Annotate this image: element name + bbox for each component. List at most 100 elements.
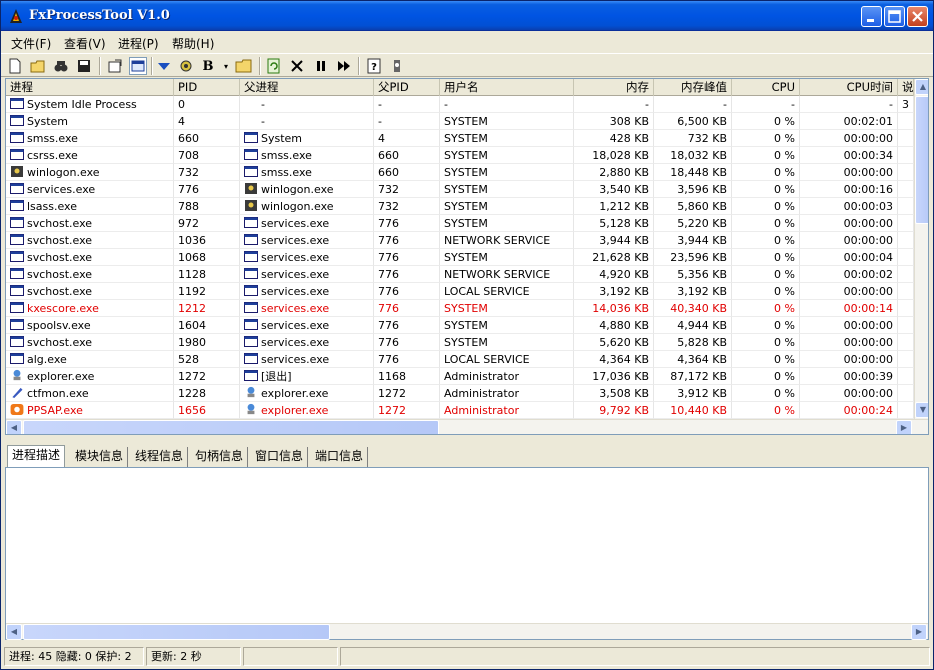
memory-text: 4,920 KB [599, 268, 649, 281]
table-row[interactable]: csrss.exe 708 smss.exe 660 SYSTEM 18,028 KB 18… [6, 147, 914, 164]
peak-memory-text: 3,596 KB [677, 183, 727, 196]
parent-process-cell: services.exe [240, 351, 374, 368]
new-button[interactable] [6, 57, 24, 75]
scroll-left-arrow[interactable]: ◀ [6, 420, 22, 434]
about-button[interactable] [388, 57, 406, 75]
pen-icon [10, 386, 24, 398]
process-name-cell: kxescore.exe [6, 300, 174, 317]
tab-window-info[interactable]: 窗口信息 [251, 447, 309, 467]
col-header-parent[interactable]: 父进程 [240, 79, 374, 96]
table-row[interactable]: svchost.exe 1036 services.exe 776 NETWORK SE… [6, 232, 914, 249]
memory-text: 3,944 KB [599, 234, 649, 247]
col-header-description[interactable]: 说 [898, 79, 914, 96]
col-header-memory[interactable]: 内存 [574, 79, 654, 96]
col-header-process[interactable]: 进程 [6, 79, 174, 96]
table-row[interactable]: explorer.exe 1272 [退出] 1168 Administrator 17,… [6, 368, 914, 385]
menu-process[interactable]: 进程(P) [118, 35, 159, 52]
table-row[interactable]: svchost.exe 1980 services.exe 776 SYSTEM 5,62… [6, 334, 914, 351]
table-row[interactable]: svchost.exe 1192 services.exe 776 LOCAL SERV… [6, 283, 914, 300]
table-row[interactable]: lsass.exe 788 winlogon.exe 732 SYSTEM 1,212 K… [6, 198, 914, 215]
process-pid-cell: 4 [174, 113, 240, 130]
user-name-cell: SYSTEM [440, 113, 574, 130]
maximize-button[interactable] [884, 6, 905, 27]
settings-button[interactable] [177, 57, 195, 75]
tab-process-description[interactable]: 进程描述 [7, 445, 66, 467]
detail-scroll-thumb[interactable] [23, 624, 330, 640]
dropdown-arrow-icon: ▾ [223, 61, 228, 71]
col-header-cpu[interactable]: CPU [732, 79, 800, 96]
menu-view[interactable]: 查看(V) [64, 35, 106, 52]
dropdown-button[interactable]: ▾ [217, 57, 235, 75]
properties-button[interactable] [106, 57, 124, 75]
minimize-button[interactable] [861, 6, 882, 27]
table-row[interactable]: svchost.exe 1068 services.exe 776 SYSTEM 21,6… [6, 249, 914, 266]
memory-text: 14,036 KB [592, 302, 649, 315]
window-icon [244, 148, 258, 160]
scroll-up-arrow[interactable]: ▲ [915, 79, 928, 95]
close-button[interactable] [907, 6, 928, 27]
scroll-down-arrow[interactable]: ▼ [915, 402, 928, 418]
table-row[interactable]: ctfmon.exe 1228 explorer.exe 1272 Administra… [6, 385, 914, 402]
col-header-pid[interactable]: PID [174, 79, 240, 96]
title-bar[interactable]: FxProcessTool V1.0 [1, 1, 933, 31]
cpu-usage-cell: 0 % [732, 147, 800, 164]
find-button[interactable] [52, 57, 70, 75]
memory-text: 9,792 KB [599, 404, 649, 417]
table-row[interactable]: System 4 - - SYSTEM 308 KB 6,500 KB 0 % 00:02:01 [6, 113, 914, 130]
table-row[interactable]: PPSAP.exe 1656 explorer.exe 1272 Administrat… [6, 402, 914, 419]
process-list[interactable]: 进程 PID 父进程 父PID 用户名 内存 内存峰值 CPU CPU时间 说 … [5, 78, 929, 435]
help-button[interactable]: ? [365, 57, 383, 75]
pause-button[interactable] [312, 57, 330, 75]
col-header-user[interactable]: 用户名 [440, 79, 574, 96]
cpu-time-text: 00:00:03 [843, 200, 893, 213]
cpu-usage-cell: 0 % [732, 368, 800, 385]
refresh-button[interactable] [265, 57, 283, 75]
table-row[interactable]: services.exe 776 winlogon.exe 732 SYSTEM 3,54… [6, 181, 914, 198]
detail-scroll-left-arrow[interactable]: ◀ [6, 624, 22, 640]
parent-process-text: services.exe [261, 217, 330, 230]
table-row[interactable]: alg.exe 528 services.exe 776 LOCAL SERVICE 4,… [6, 351, 914, 368]
list-vertical-scrollbar[interactable]: ▲ ▼ [914, 79, 928, 419]
cpu-usage-cell: 0 % [732, 198, 800, 215]
detail-horizontal-scrollbar[interactable]: ◀ ▶ [6, 623, 928, 640]
vertical-scroll-thumb[interactable] [915, 96, 928, 224]
menu-help[interactable]: 帮助(H) [172, 35, 214, 52]
status-process-count: 进程: 45 隐藏: 0 保护: 2 [4, 647, 144, 666]
winlogon-icon [244, 182, 258, 194]
menu-file[interactable]: 文件(F) [11, 35, 51, 52]
list-horizontal-scrollbar[interactable]: ◀ ▶ [6, 419, 928, 434]
window-icon [10, 318, 24, 330]
col-header-cpu-time[interactable]: CPU时间 [800, 79, 898, 96]
tab-handle-info[interactable]: 句柄信息 [191, 447, 249, 467]
col-header-ppid[interactable]: 父PID [374, 79, 440, 96]
horizontal-scroll-thumb[interactable] [23, 420, 439, 434]
tab-module-info[interactable]: 模块信息 [71, 447, 129, 467]
window-view-button[interactable] [129, 57, 147, 75]
table-row[interactable]: System Idle Process 0- - - - - - -3 [6, 96, 914, 113]
move-down-button[interactable] [155, 57, 173, 75]
table-row[interactable]: smss.exe 660 System 4 SYSTEM 428 KB 732 KB 0 % 0… [6, 130, 914, 147]
open-button[interactable] [29, 57, 47, 75]
memory-cell: 3,540 KB [574, 181, 654, 198]
parent-pid-text: 776 [378, 234, 399, 247]
peak-memory-text: 5,860 KB [677, 200, 727, 213]
kill-button[interactable] [288, 57, 306, 75]
table-row[interactable]: spoolsv.exe 1604 services.exe 776 SYSTEM 4,88… [6, 317, 914, 334]
save-button[interactable] [75, 57, 93, 75]
resume-button[interactable] [335, 57, 353, 75]
process-description-panel[interactable]: ◀ ▶ [5, 467, 929, 640]
table-row[interactable]: winlogon.exe 732 smss.exe 660 SYSTEM 2,880 KB… [6, 164, 914, 181]
scroll-right-arrow[interactable]: ▶ [896, 420, 912, 434]
user-name-cell: SYSTEM [440, 300, 574, 317]
detail-scroll-right-arrow[interactable]: ▶ [911, 624, 927, 640]
table-row[interactable]: svchost.exe 1128 services.exe 776 NETWORK SE… [6, 266, 914, 283]
parent-pid-cell: 1272 [374, 402, 440, 419]
table-row[interactable]: svchost.exe 972 services.exe 776 SYSTEM 5,128… [6, 215, 914, 232]
memory-text: 308 KB [609, 115, 649, 128]
col-header-peak-memory[interactable]: 内存峰值 [654, 79, 732, 96]
tab-port-info[interactable]: 端口信息 [311, 447, 369, 467]
bold-button[interactable]: B [199, 57, 217, 75]
folder-button[interactable] [235, 57, 253, 75]
tab-thread-info[interactable]: 线程信息 [131, 447, 189, 467]
table-row[interactable]: kxescore.exe 1212 services.exe 776 SYSTEM 14,… [6, 300, 914, 317]
